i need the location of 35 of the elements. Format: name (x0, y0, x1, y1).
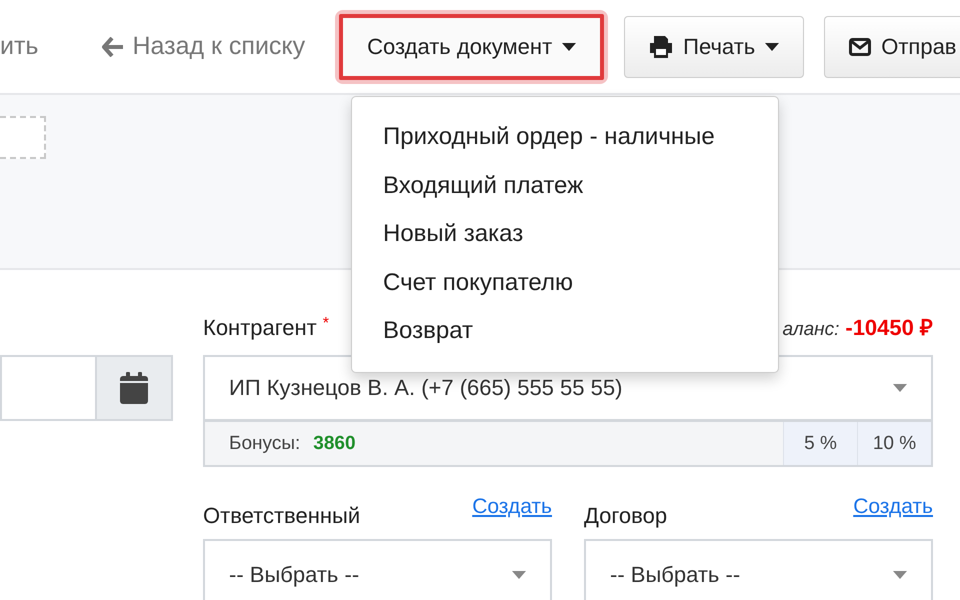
field-label: Ответственный (203, 503, 360, 529)
caret-icon (893, 571, 907, 579)
menu-item[interactable]: Новый заказ (352, 214, 778, 262)
menu-item[interactable]: Счет покупателю (352, 262, 778, 311)
discount-button[interactable]: 10 % (857, 422, 931, 465)
caret-icon (893, 384, 907, 392)
create-link[interactable]: Создать (853, 495, 933, 519)
menu-item[interactable]: Входящий платеж (352, 166, 778, 214)
field-label: Договор (584, 503, 668, 529)
calendar-icon (120, 372, 148, 404)
required-mark: * (322, 315, 329, 332)
caret-icon (512, 571, 526, 579)
select-field[interactable]: -- Выбрать -- (584, 539, 933, 600)
bonus-value: 3860 (313, 432, 356, 454)
create-link[interactable]: Создать (472, 495, 552, 519)
select-field[interactable]: -- Выбрать -- (203, 539, 552, 600)
toolbar-label: ить (0, 32, 38, 61)
balance-value: -10450 ₽ (845, 314, 933, 341)
upload-area[interactable] (0, 116, 46, 159)
caret-icon (765, 42, 780, 50)
discount-button[interactable]: 5 % (783, 422, 857, 465)
send-button[interactable]: Отправ (824, 16, 960, 78)
field-label: Контрагент * (203, 315, 329, 341)
back-link[interactable]: Назад к списку (102, 32, 306, 61)
create-document-button[interactable]: Создать документ (339, 14, 604, 80)
menu-item[interactable]: Приходный ордер - наличные (352, 117, 778, 166)
arrow-left-icon (102, 36, 124, 56)
print-button[interactable]: Печать (624, 16, 804, 78)
balance-label: аланс: (782, 319, 840, 341)
caret-icon (562, 42, 576, 50)
date-field[interactable] (0, 355, 95, 421)
envelope-icon (849, 38, 872, 56)
printer-icon (649, 36, 674, 58)
bonus-label: Бонусы: (229, 432, 300, 454)
calendar-button[interactable] (95, 355, 173, 421)
